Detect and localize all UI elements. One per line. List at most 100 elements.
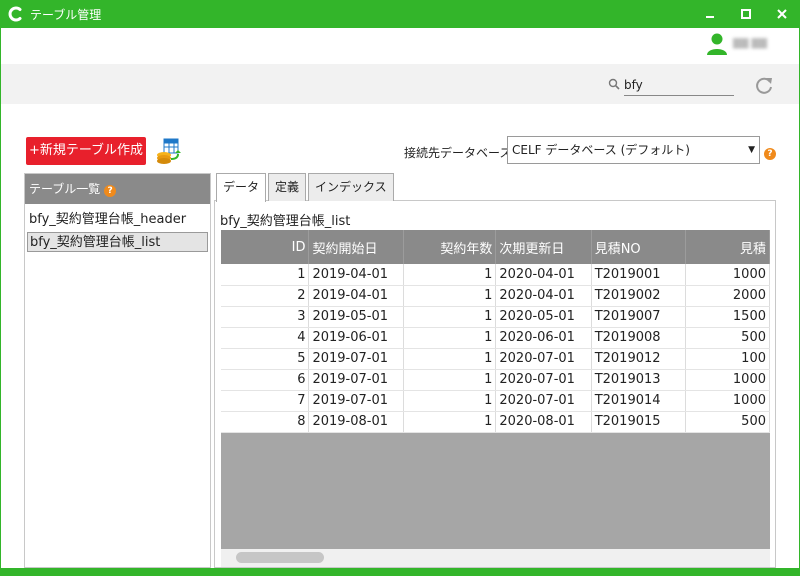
table-cell[interactable]: 2019-04-01 <box>308 285 404 307</box>
table-cell[interactable]: 2020-07-01 <box>495 369 592 391</box>
window-controls <box>692 0 800 28</box>
table-cell[interactable]: 1 <box>403 327 497 349</box>
table-cell[interactable]: 2020-06-01 <box>495 327 592 349</box>
table-cell[interactable]: 1 <box>403 369 497 391</box>
connection-select[interactable]: CELF データベース (デフォルト) ▼ <box>507 136 760 164</box>
table-cell[interactable]: 2019-06-01 <box>308 327 404 349</box>
window-title: テーブル管理 <box>30 7 102 22</box>
table-cell[interactable]: 2019-07-01 <box>308 348 404 370</box>
table-list-item-selected[interactable]: bfy_契約管理台帳_list <box>27 232 208 252</box>
table-cell[interactable]: T2019015 <box>591 411 686 433</box>
minimize-icon[interactable] <box>692 0 728 28</box>
column-header-renewal-date[interactable]: 次期更新日 <box>495 230 592 264</box>
maximize-icon[interactable] <box>728 0 764 28</box>
table-cell[interactable]: 8 <box>221 411 310 433</box>
table-cell[interactable]: 2019-05-01 <box>308 306 404 328</box>
table-cell[interactable]: 1 <box>403 390 497 412</box>
connection-help-icon[interactable]: ? <box>764 148 776 160</box>
search-icon <box>608 78 620 94</box>
title-bar: テーブル管理 <box>0 0 800 28</box>
table-cell[interactable]: 1 <box>403 285 497 307</box>
table-list: bfy_契約管理台帳_header bfy_契約管理台帳_list <box>25 204 210 252</box>
connection-label: 接続先データベース <box>404 146 512 160</box>
column-header-estimate-no[interactable]: 見積NO <box>591 230 686 264</box>
column-header-estimate[interactable]: 見積 <box>685 230 770 264</box>
table-cell[interactable]: 6 <box>221 369 310 391</box>
table-list-header: テーブル一覧 ? <box>25 174 210 204</box>
connection-select-value: CELF データベース (デフォルト) <box>512 143 690 157</box>
table-list-title: テーブル一覧 <box>29 182 101 196</box>
table-cell[interactable]: 2020-08-01 <box>495 411 592 433</box>
table-row[interactable]: 3 2019-05-01 1 2020-05-01 T2019007 1500 <box>221 306 770 328</box>
table-cell[interactable]: 2020-04-01 <box>495 285 592 307</box>
table-cell[interactable]: T2019014 <box>591 390 686 412</box>
new-table-button[interactable]: +新規テーブル作成 <box>26 137 146 165</box>
window-border-left <box>0 28 1 568</box>
table-cell[interactable]: 1000 <box>685 264 770 286</box>
table-cell[interactable]: T2019013 <box>591 369 686 391</box>
table-row[interactable]: 4 2019-06-01 1 2020-06-01 T2019008 500 <box>221 327 770 349</box>
table-list-help-icon[interactable]: ? <box>104 185 117 197</box>
table-cell[interactable]: 2000 <box>685 285 770 307</box>
tab-data[interactable]: データ <box>216 173 267 202</box>
table-cell[interactable]: 2020-04-01 <box>495 264 592 286</box>
table-cell[interactable]: 2019-08-01 <box>308 411 404 433</box>
table-cell[interactable]: 2020-05-01 <box>495 306 592 328</box>
table-row[interactable]: 7 2019-07-01 1 2020-07-01 T2019014 1000 <box>221 390 770 412</box>
table-cell[interactable]: 2019-07-01 <box>308 369 404 391</box>
database-table-icon[interactable] <box>154 137 182 169</box>
table-cell[interactable]: 2019-04-01 <box>308 264 404 286</box>
table-cell[interactable]: 1500 <box>685 306 770 328</box>
table-cell[interactable]: T2019002 <box>591 285 686 307</box>
user-bar: ▇▇ ▇▇ <box>0 28 800 64</box>
column-header-id[interactable]: ID <box>221 230 310 264</box>
table-cell[interactable]: 1 <box>403 306 497 328</box>
table-row[interactable]: 2 2019-04-01 1 2020-04-01 T2019002 2000 <box>221 285 770 307</box>
search-input[interactable] <box>624 74 734 96</box>
app-logo-icon <box>6 5 24 23</box>
table-cell[interactable]: 1 <box>221 264 310 286</box>
tab-bar: データ 定義 インデックス <box>216 173 396 202</box>
horizontal-scrollbar[interactable] <box>221 549 770 567</box>
table-name-label: bfy_契約管理台帳_list <box>220 214 351 229</box>
table-cell[interactable]: 500 <box>685 327 770 349</box>
table-row[interactable]: 5 2019-07-01 1 2020-07-01 T2019012 100 <box>221 348 770 370</box>
data-grid[interactable]: ID 契約開始日 契約年数 次期更新日 見積NO 見積 1 2019-04-01 1… <box>221 230 770 549</box>
table-cell[interactable]: 4 <box>221 327 310 349</box>
table-cell[interactable]: 2020-07-01 <box>495 390 592 412</box>
table-cell[interactable]: 1000 <box>685 390 770 412</box>
tab-definition[interactable]: 定義 <box>268 173 307 201</box>
table-cell[interactable]: T2019001 <box>591 264 686 286</box>
table-cell[interactable]: 2020-07-01 <box>495 348 592 370</box>
user-icon[interactable] <box>706 32 728 60</box>
table-cell[interactable]: 3 <box>221 306 310 328</box>
table-cell[interactable]: T2019012 <box>591 348 686 370</box>
table-cell[interactable]: 5 <box>221 348 310 370</box>
search-bar <box>0 64 800 104</box>
table-cell[interactable]: 1 <box>403 411 497 433</box>
table-cell[interactable]: 1 <box>403 348 497 370</box>
table-cell[interactable]: 100 <box>685 348 770 370</box>
table-cell[interactable]: 1000 <box>685 369 770 391</box>
scrollbar-thumb[interactable] <box>236 552 324 563</box>
table-cell[interactable]: T2019007 <box>591 306 686 328</box>
table-cell[interactable]: 2019-07-01 <box>308 390 404 412</box>
table-row[interactable]: 8 2019-08-01 1 2020-08-01 T2019015 500 <box>221 411 770 433</box>
table-cell[interactable]: 7 <box>221 390 310 412</box>
table-cell[interactable]: 500 <box>685 411 770 433</box>
table-row[interactable]: 6 2019-07-01 1 2020-07-01 T2019013 1000 <box>221 369 770 391</box>
table-header-row: ID 契約開始日 契約年数 次期更新日 見積NO 見積 <box>221 230 770 264</box>
table-list-panel: テーブル一覧 ? bfy_契約管理台帳_header bfy_契約管理台帳_li… <box>24 173 211 568</box>
dropdown-arrow-icon: ▼ <box>748 145 755 155</box>
close-icon[interactable] <box>764 0 800 28</box>
table-row[interactable]: 1 2019-04-01 1 2020-04-01 T2019001 1000 <box>221 264 770 286</box>
table-cell[interactable]: 2 <box>221 285 310 307</box>
tab-index[interactable]: インデックス <box>308 173 394 201</box>
user-name[interactable]: ▇▇ ▇▇ <box>733 38 767 49</box>
table-cell[interactable]: T2019008 <box>591 327 686 349</box>
column-header-years[interactable]: 契約年数 <box>403 230 497 264</box>
table-cell[interactable]: 1 <box>403 264 497 286</box>
column-header-start-date[interactable]: 契約開始日 <box>308 230 404 264</box>
table-list-item[interactable]: bfy_契約管理台帳_header <box>27 210 208 230</box>
refresh-icon[interactable] <box>753 74 775 100</box>
